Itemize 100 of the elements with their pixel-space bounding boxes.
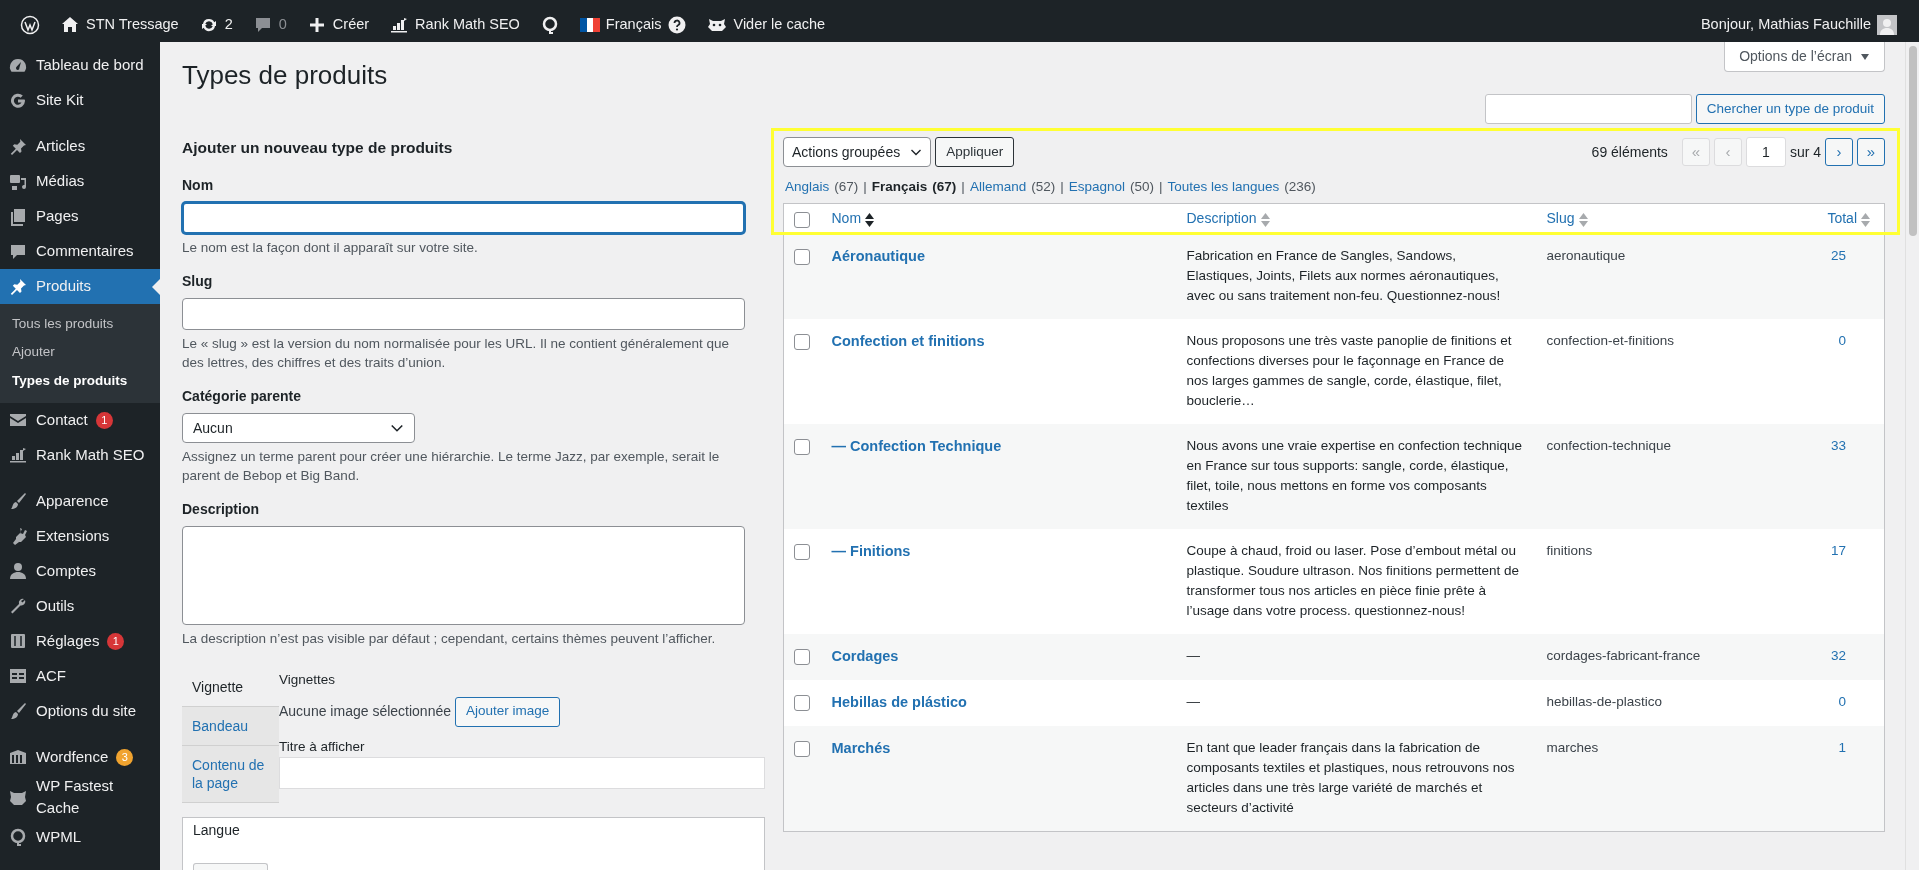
sidebar-item[interactable]: Extensions — [0, 518, 160, 554]
language-count: (67) — [834, 178, 859, 196]
language-switcher[interactable]: Français — [569, 8, 698, 42]
sidebar-item[interactable]: Site Kit — [0, 83, 160, 118]
column-header[interactable]: Total — [1827, 210, 1870, 227]
item-count: 69 éléments — [1591, 142, 1668, 162]
column-header[interactable]: Nom — [831, 210, 875, 227]
flag-icon — [579, 18, 600, 32]
row-checkbox[interactable] — [794, 740, 810, 757]
description-field[interactable] — [182, 526, 745, 626]
language-filter-link[interactable]: Toutes les langues — [1167, 177, 1280, 198]
count-link[interactable]: 0 — [1838, 694, 1846, 710]
account-menu[interactable]: Bonjour, Mathias Fauchille — [1690, 8, 1907, 42]
page-input[interactable]: 1 — [1745, 137, 1786, 167]
sidebar-item[interactable]: Commentaires — [0, 234, 160, 269]
language-filter-link[interactable]: Allemand — [969, 177, 1027, 198]
sidebar-item[interactable]: Rank Math SEO — [0, 437, 160, 473]
count-badge: 1 — [95, 411, 113, 429]
add-image-button[interactable]: Ajouter image — [455, 696, 561, 727]
search-field[interactable] — [1484, 94, 1692, 124]
pagination-button[interactable]: » — [1857, 138, 1885, 166]
column-header[interactable]: Description — [1186, 210, 1270, 227]
sidebar-item[interactable]: Wordfence 3 — [0, 739, 160, 775]
language-count: (50) — [1130, 178, 1154, 196]
page-title: Types de produits — [182, 59, 388, 92]
language-filter-link[interactable]: Anglais — [785, 177, 830, 198]
page-total: sur 4 — [1789, 142, 1821, 162]
row-checkbox[interactable] — [794, 438, 810, 455]
table-cell: confection-technique — [1538, 424, 1779, 530]
table-cell: Coupe à chaud, froid ou laser. Pose d’embout métal ou plastique. Soudure ultrason. Nos finitions permettent de transformer tous nos articles en pièce finie prête à l’usage dans votre process. questionnez-nous! — [1178, 529, 1539, 635]
table-cell: hebillas-de-plastico — [1538, 680, 1779, 727]
bulk-actions-select[interactable]: Actions groupées — [783, 137, 932, 167]
apply-button[interactable]: Appliquer — [935, 137, 1015, 167]
field-label: Catégorie parente — [182, 387, 303, 407]
screen-options-button[interactable]: Options de l’écran — [1724, 42, 1885, 72]
sidebar-item[interactable]: WPML — [0, 819, 160, 855]
sidebar-item[interactable]: Tableau de bord — [0, 48, 160, 83]
submenu-item[interactable]: Types de produits — [0, 366, 140, 395]
sidebar-item[interactable]: Apparence — [0, 483, 160, 519]
sidebar-item[interactable]: Outils — [0, 588, 160, 624]
table-cell: Fabrication en France de Sangles, Sandows, Elastiques, Joints, Filets aux normes aéronautiques, avec ou sans traitement non-feu. Questionnez-nous! — [1178, 233, 1539, 320]
sidebar-item[interactable]: ACF — [0, 658, 160, 694]
field-label: Description — [182, 500, 260, 520]
scrollbar[interactable] — [1905, 42, 1919, 870]
help-text: La description n’est pas visible par défaut ; cependant, certains thèmes peuvent l’afficher. — [182, 630, 717, 649]
select-field[interactable]: Aucun — [182, 413, 415, 444]
submenu-item[interactable]: Ajouter — [0, 338, 67, 367]
count-link[interactable]: 0 — [1838, 333, 1846, 349]
ring-icon — [8, 827, 28, 848]
column-header[interactable]: Slug — [1546, 210, 1588, 227]
help-text: Assignez un terme parent pour créer une hiérarchie. Le terme Jazz, par exemple, serait le parent de Bebop et Big Band. — [182, 448, 721, 486]
term-name-link[interactable]: — Confection Technique — [831, 438, 1002, 455]
row-checkbox[interactable] — [794, 333, 810, 350]
help-text: Le nom est la façon dont il apparaît sur votre site. — [182, 239, 479, 258]
term-name-link[interactable]: — Finitions — [831, 543, 911, 560]
count-link[interactable]: 33 — [1830, 438, 1846, 454]
input-field[interactable] — [182, 202, 745, 235]
field-label: Titre à afficher — [279, 737, 366, 756]
field-label: Nom — [182, 176, 215, 196]
count-link[interactable]: 1 — [1838, 740, 1846, 756]
logo-icon[interactable] — [20, 15, 40, 35]
submenu-item[interactable]: Tous les produits — [0, 310, 126, 339]
table-cell: Nous avons une vraie expertise en confection technique en France sur tous supports: sangle, corde, élastique, filet, toile, nous mettons en forme vos composants textiles — [1178, 424, 1539, 530]
term-name-link[interactable]: Cordages — [831, 648, 899, 665]
sidebar-item[interactable]: Articles — [0, 129, 160, 164]
sidebar-item[interactable]: WP Fastest Cache — [0, 774, 160, 820]
row-checkbox[interactable] — [794, 543, 810, 560]
select-all-checkbox[interactable] — [794, 211, 810, 228]
sidebar-item[interactable]: Médias — [0, 164, 160, 199]
count-link[interactable]: 17 — [1830, 543, 1846, 559]
row-checkbox[interactable] — [794, 694, 810, 711]
count-badge: 1 — [107, 632, 125, 650]
pagination-button[interactable]: › — [1825, 138, 1853, 166]
term-name-link[interactable]: Hebillas de plástico — [831, 694, 967, 711]
row-checkbox[interactable] — [794, 648, 810, 665]
row-checkbox[interactable] — [794, 248, 810, 265]
table-cell: confection-et-finitions — [1538, 319, 1779, 425]
language-filter-link[interactable]: Français — [871, 177, 928, 198]
field-label: Vignettes — [279, 671, 337, 690]
input-field[interactable] — [182, 298, 745, 331]
sidebar-item[interactable]: Réglages 1 — [0, 623, 160, 659]
sidebar-item[interactable]: Pages — [0, 199, 160, 234]
toolbar-link[interactable]: Créer — [296, 8, 380, 42]
count-link[interactable]: 32 — [1830, 648, 1846, 664]
tab[interactable]: Bandeau — [182, 707, 279, 747]
term-name-link[interactable]: Aéronautique — [831, 248, 925, 265]
count-link[interactable]: 25 — [1830, 248, 1846, 264]
search-button[interactable]: Chercher un type de produit — [1695, 94, 1885, 124]
toolbar-link[interactable]: Rank Math SEO — [379, 8, 530, 42]
toolbar-link[interactable]: Vider le cache — [697, 8, 836, 42]
toolbar-link[interactable]: 2 — [188, 8, 243, 42]
term-name-link[interactable]: Marchés — [831, 740, 891, 757]
toolbar-link[interactable]: STN Tressage — [50, 8, 189, 42]
sidebar-item[interactable]: Produits — [0, 269, 160, 304]
language-filter-link[interactable]: Espagnol — [1068, 177, 1125, 198]
sidebar-item[interactable]: Contact 1 — [0, 402, 160, 438]
tab[interactable]: Contenu de la page — [182, 746, 279, 804]
sidebar-item[interactable]: Options du site — [0, 693, 160, 729]
sidebar-item[interactable]: Comptes — [0, 553, 160, 589]
term-name-link[interactable]: Confection et finitions — [831, 333, 985, 350]
